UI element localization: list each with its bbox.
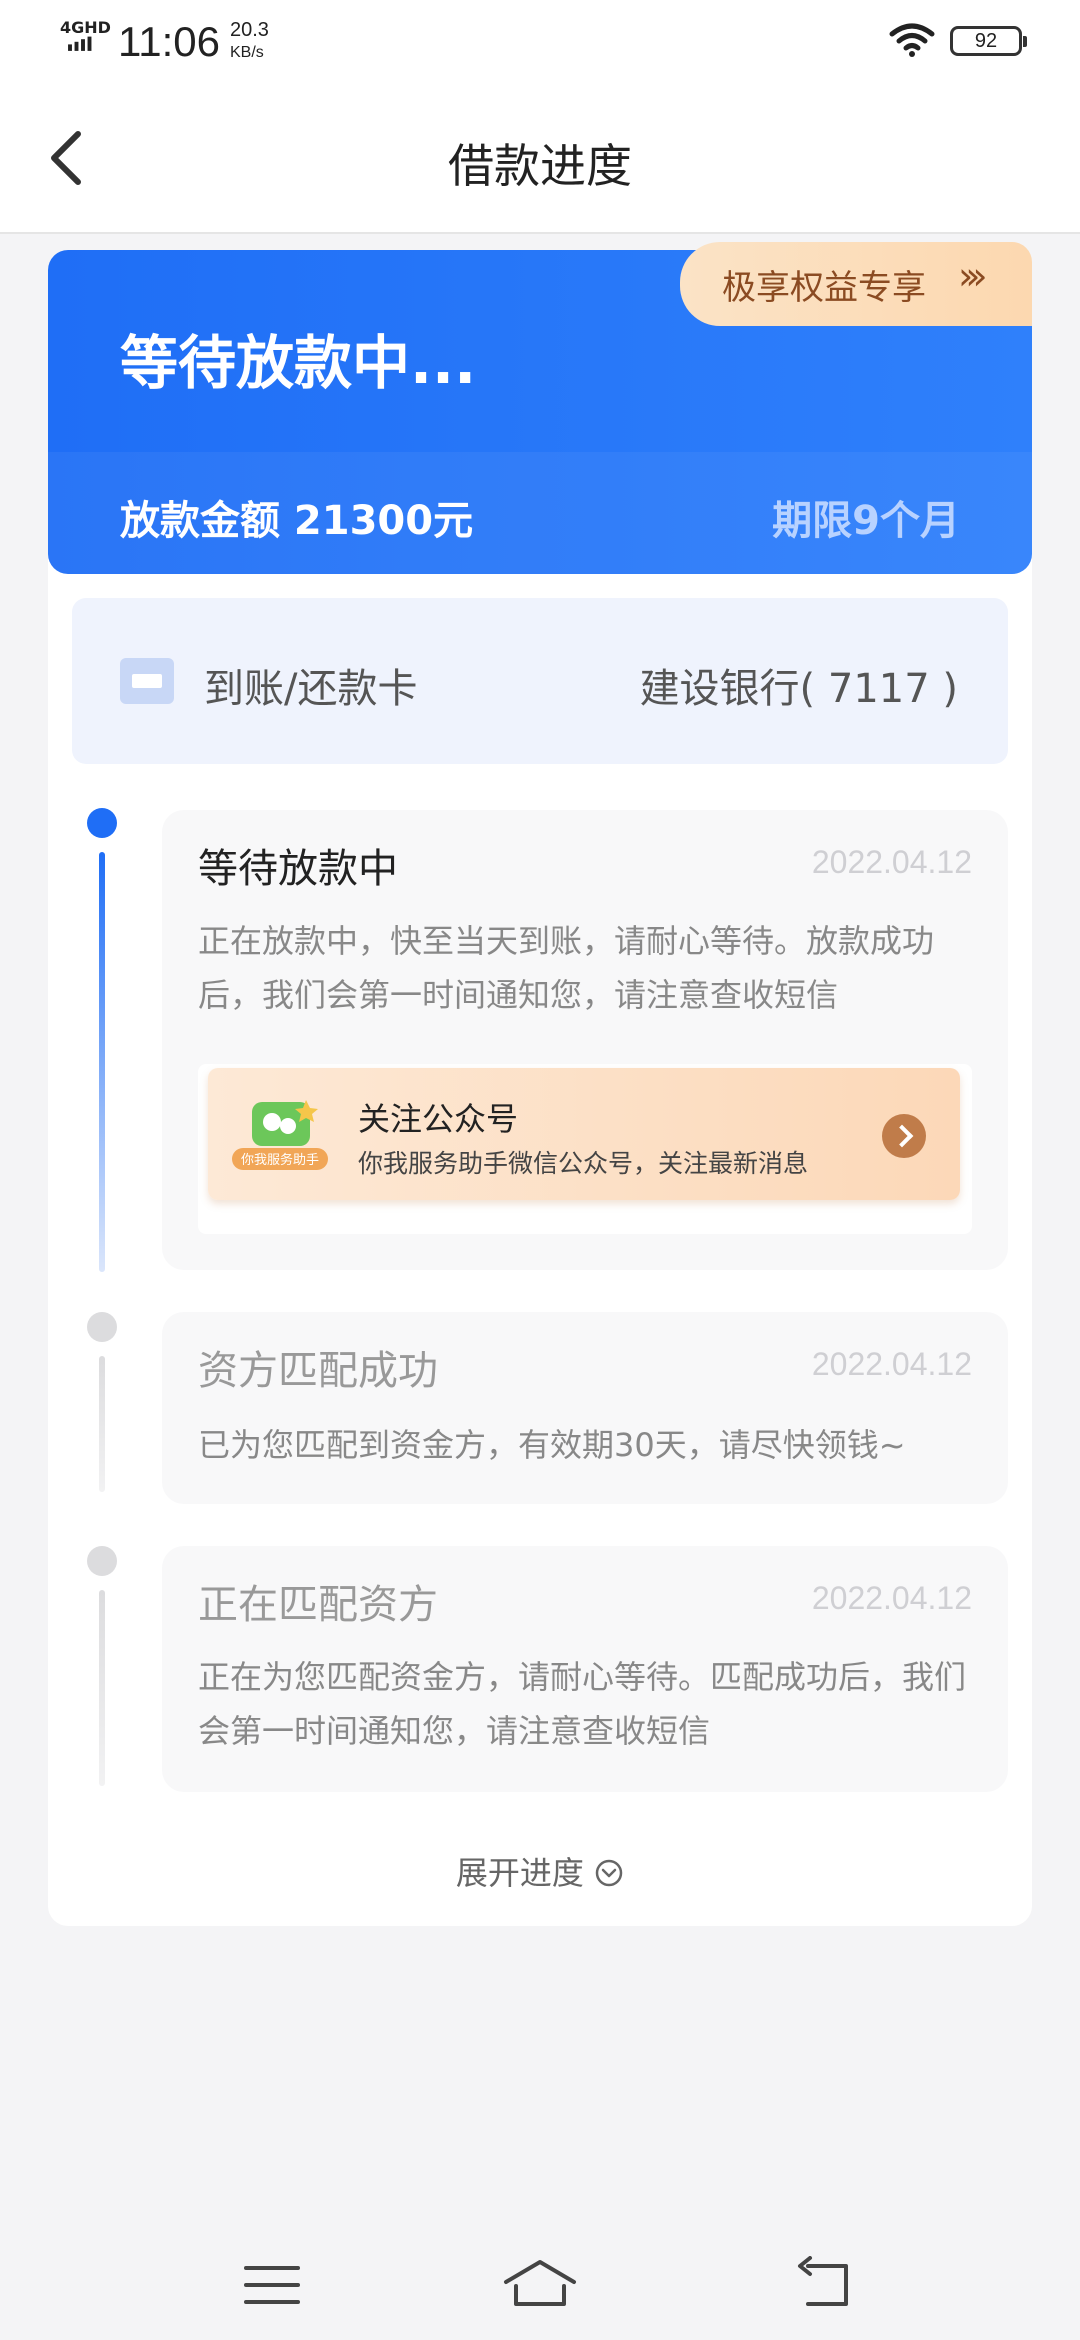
timeline-item: 资方匹配成功 2022.04.12 已为您匹配到资金方，有效期30天，请尽快领钱… bbox=[162, 1312, 1008, 1504]
timeline-date: 2022.04.12 bbox=[811, 844, 972, 880]
speed-unit: KB/s bbox=[230, 44, 264, 61]
chevron-down-circle-icon bbox=[595, 1859, 623, 1887]
nav-bar: 借款进度 bbox=[0, 84, 1080, 234]
triple-chevron-right-icon: ››› bbox=[958, 254, 987, 298]
loan-amount: 放款金额 21300元 bbox=[120, 498, 474, 544]
battery-level: 92 bbox=[974, 30, 998, 52]
timeline-desc: 正在为您匹配资金方，请耐心等待。匹配成功后，我们会第一时间通知您，请注意查收短信 bbox=[198, 1658, 967, 1750]
promo-label: 极享权益专享 bbox=[722, 268, 926, 308]
timeline-line-inactive bbox=[99, 1590, 105, 1786]
wechat-follow-banner[interactable]: 你我服务助手 关注公众号 你我服务助手微信公众号，关注最新消息 bbox=[208, 1068, 960, 1200]
expand-progress-button[interactable]: 展开进度 bbox=[0, 1848, 1080, 1894]
wechat-badge-text: 你我服务助手 bbox=[241, 1152, 319, 1168]
bank-card-icon bbox=[120, 658, 174, 704]
wifi-icon bbox=[889, 23, 935, 57]
bank-account: 建设银行( 7117 ) bbox=[639, 666, 958, 712]
timeline-dot-inactive bbox=[87, 1546, 117, 1576]
timeline-item: 等待放款中 2022.04.12 正在放款中，快至当天到账，请耐心等待。放款成功… bbox=[162, 810, 1008, 1270]
system-nav-bar bbox=[0, 2230, 1080, 2340]
timeline-date: 2022.04.12 bbox=[811, 1346, 972, 1382]
loan-status-title: 等待放款中... bbox=[120, 329, 477, 397]
expand-progress-label: 展开进度 bbox=[455, 1854, 584, 1892]
timeline-dot-active bbox=[87, 808, 117, 838]
timeline-date: 2022.04.12 bbox=[811, 1580, 972, 1616]
menu-icon[interactable] bbox=[242, 2260, 302, 2310]
repayment-card-row[interactable]: 到账/还款卡 建设银行( 7117 ) bbox=[72, 598, 1008, 764]
speed-value: 20.3 bbox=[230, 19, 269, 41]
timeline-title: 正在匹配资方 bbox=[198, 1582, 438, 1628]
wechat-follow-title: 关注公众号 bbox=[358, 1100, 519, 1138]
timeline-desc: 正在放款中，快至当天到账，请耐心等待。放款成功后，我们会第一时间通知您，请注意查… bbox=[198, 922, 935, 1014]
network-speed: 20.3 KB/s bbox=[230, 20, 269, 63]
timeline-dot-inactive bbox=[87, 1312, 117, 1342]
wechat-follow-box: 你我服务助手 关注公众号 你我服务助手微信公众号，关注最新消息 bbox=[198, 1064, 972, 1234]
wechat-assistant-icon: 你我服务助手 bbox=[232, 1100, 328, 1170]
benefit-promo-button[interactable]: 极享权益专享 ››› bbox=[680, 242, 1032, 326]
loan-term: 期限9个月 bbox=[772, 498, 960, 544]
card-row-label: 到账/还款卡 bbox=[204, 666, 418, 712]
timeline-title: 资方匹配成功 bbox=[198, 1348, 438, 1394]
chevron-right-circle-icon[interactable] bbox=[882, 1114, 926, 1158]
signal-icon bbox=[68, 36, 92, 51]
timeline-title: 等待放款中 bbox=[198, 846, 398, 892]
timeline-line-active bbox=[99, 852, 105, 1272]
timeline-desc: 已为您匹配到资金方，有效期30天，请尽快领钱~ bbox=[198, 1426, 906, 1464]
wechat-follow-subtitle: 你我服务助手微信公众号，关注最新消息 bbox=[358, 1149, 809, 1178]
battery-icon: 92 bbox=[950, 26, 1027, 56]
home-icon[interactable] bbox=[502, 2256, 578, 2312]
status-bar: 4GHD 11:06 20.3 KB/s 92 bbox=[0, 0, 1080, 84]
back-icon[interactable] bbox=[794, 2256, 854, 2312]
timeline-line-inactive bbox=[99, 1356, 105, 1492]
page-title: 借款进度 bbox=[448, 139, 632, 193]
timeline-item: 正在匹配资方 2022.04.12 正在为您匹配资金方，请耐心等待。匹配成功后，… bbox=[162, 1546, 1008, 1792]
clock: 11:06 bbox=[118, 18, 220, 65]
